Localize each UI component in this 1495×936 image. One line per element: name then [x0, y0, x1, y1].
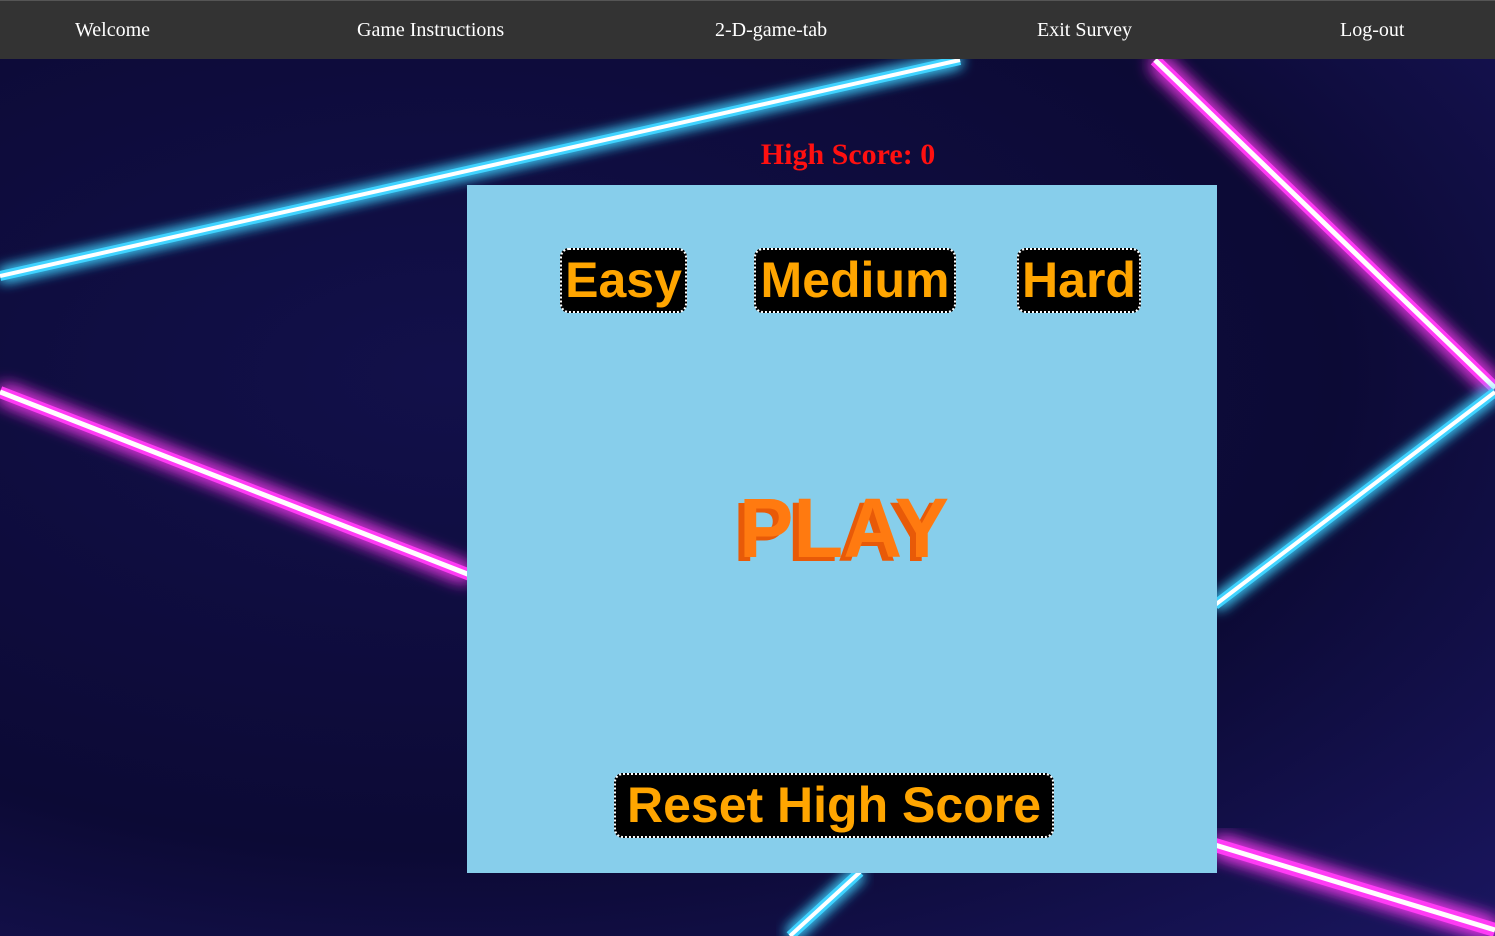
play-logo-text: PLAY: [739, 483, 949, 573]
nav-item-welcome[interactable]: Welcome: [75, 1, 150, 60]
nav-item-log-out[interactable]: Log-out: [1340, 1, 1404, 60]
play-logo-icon: PLAY PLAY: [733, 481, 949, 579]
top-navbar: Welcome Game Instructions 2-D-game-tab E…: [0, 0, 1495, 59]
play-button[interactable]: PLAY PLAY: [725, 481, 955, 579]
medium-button[interactable]: Medium: [754, 248, 956, 313]
high-score-label: High Score: 0: [760, 138, 936, 171]
nav-item-exit-survey[interactable]: Exit Survey: [1037, 1, 1132, 60]
nav-item-game-instructions[interactable]: Game Instructions: [357, 1, 504, 60]
nav-item-2d-game-tab[interactable]: 2-D-game-tab: [715, 1, 827, 60]
hard-button[interactable]: Hard: [1017, 248, 1141, 313]
reset-high-score-button[interactable]: Reset High Score: [614, 773, 1054, 838]
game-panel: Easy Medium Hard PLAY PLAY Reset High Sc…: [467, 185, 1217, 873]
easy-button[interactable]: Easy: [560, 248, 687, 313]
